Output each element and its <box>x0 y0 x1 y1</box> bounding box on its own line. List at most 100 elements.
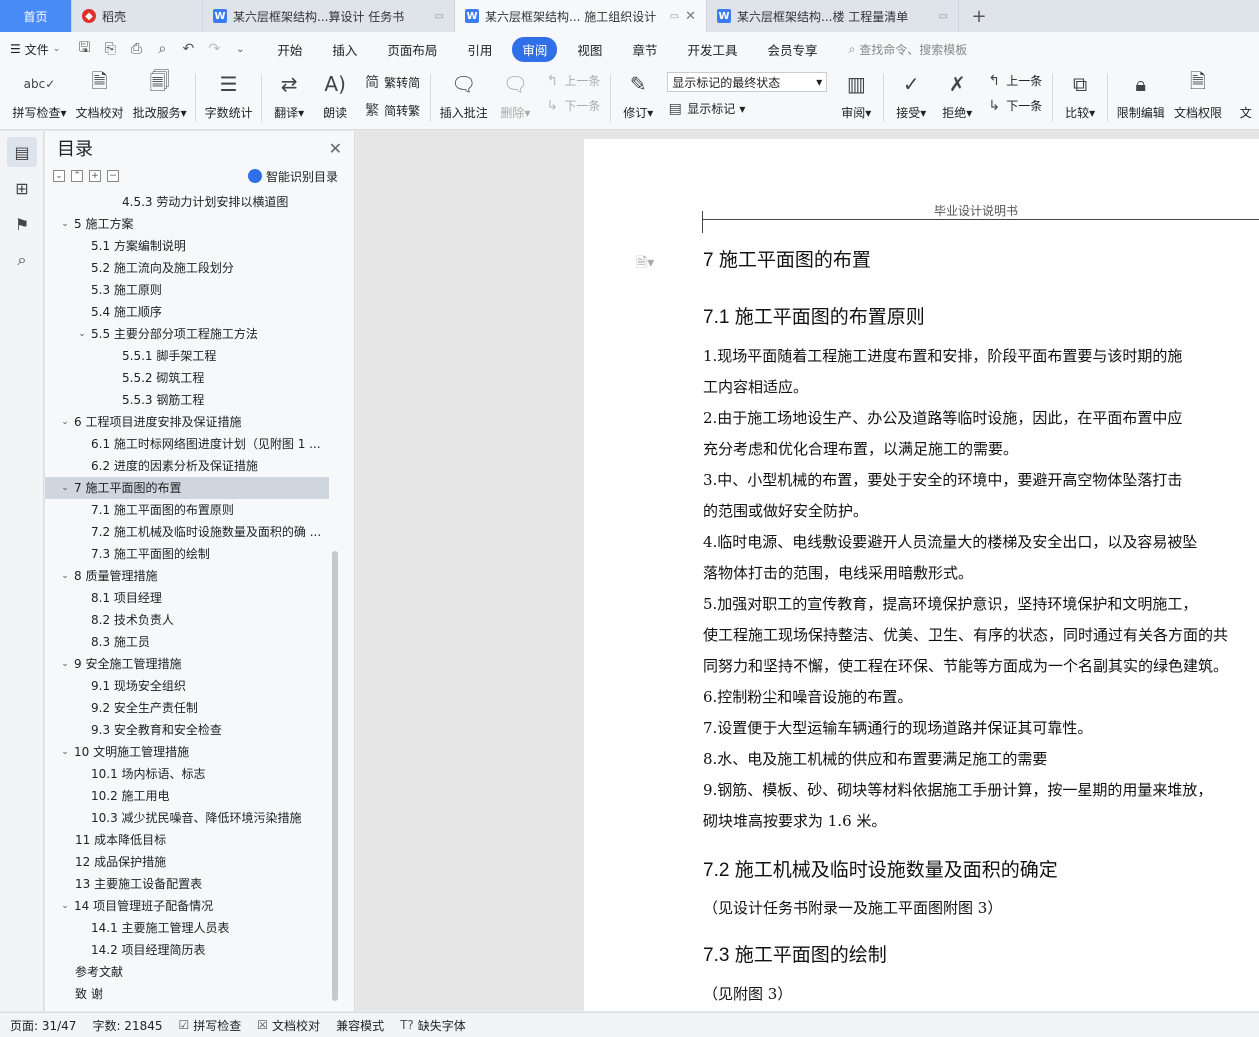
toc-item[interactable]: ⌄ 6 工程项目进度安排及保证措施 <box>45 411 335 433</box>
smart-toc-button[interactable]: 智能识别目录 <box>247 168 338 185</box>
toc-scrollbar[interactable] <box>332 551 338 1001</box>
toc-item[interactable]: 7.1 施工平面图的布置原则 <box>45 499 335 521</box>
show-markup-button[interactable]: ▤ 显示标记 ▾ <box>667 100 827 117</box>
toc-item[interactable]: 8.2 技术负责人 <box>45 609 335 631</box>
toc-item[interactable]: 12 成品保护措施 <box>45 851 335 873</box>
batch-service-button[interactable]: 🗐 批改服务▾ <box>133 69 187 121</box>
toc-item[interactable]: ⌄ 7 施工平面图的布置 <box>45 477 329 499</box>
toc-item[interactable]: 14.2 项目经理简历表 <box>45 939 335 961</box>
toc-item[interactable]: 14.1 主要施工管理人员表 <box>45 917 335 939</box>
toc-item[interactable]: 7.3 施工平面图的绘制 <box>45 543 335 565</box>
missing-font[interactable]: T? 缺失字体 <box>400 1017 466 1034</box>
spell-check-button[interactable]: abc✓ 拼写检查▾ <box>12 70 66 121</box>
customize-chevron-icon[interactable]: ⌄ <box>230 44 250 55</box>
chevron-down-icon[interactable]: ⌄ <box>76 323 88 345</box>
toc-item[interactable]: 10.1 场内标语、标志 <box>45 763 335 785</box>
read-aloud-button[interactable]: A) 朗读 <box>318 70 352 121</box>
chevron-down-icon[interactable]: ⌄ <box>59 653 71 675</box>
more-button-cut[interactable]: 文 <box>1233 70 1259 121</box>
document-page[interactable]: 毕业设计说明书 🗎▾ 7 施工平面图的布置 7.1 施工平面图的布置原则 1.现… <box>584 139 1259 1011</box>
doc-permission-button[interactable]: 🗎 文档权限 <box>1174 69 1222 121</box>
print-preview-icon[interactable]: ⌕ <box>152 41 172 57</box>
toc-item[interactable]: ⌄ 10 文明施工管理措施 <box>45 741 335 763</box>
remove-heading-icon[interactable]: − <box>107 170 119 182</box>
toc-item[interactable]: 10.3 减少扰民噪音、降低环境污染措施 <box>45 807 335 829</box>
toc-item[interactable]: 5.2 施工流向及施工段划分 <box>45 257 335 279</box>
next-comment-button[interactable]: ↳ 下一条 <box>544 97 600 114</box>
menu-tab-insert[interactable]: 插入 <box>322 37 367 62</box>
toc-item[interactable]: ⌄ 5.5 主要分部分项工程施工方法 <box>45 323 335 345</box>
toc-item[interactable]: 5.4 施工顺序 <box>45 301 335 323</box>
toc-item[interactable]: 10.2 施工用电 <box>45 785 335 807</box>
chevron-down-icon[interactable]: ⌄ <box>59 565 71 587</box>
word-count[interactable]: 字数: 21845 <box>92 1017 162 1034</box>
toc-panel-icon[interactable]: ▤ <box>7 137 37 167</box>
bookmark-icon[interactable]: ⚑ <box>7 209 37 239</box>
menu-tab-start[interactable]: 开始 <box>267 37 312 62</box>
toc-item[interactable]: 8.1 项目经理 <box>45 587 335 609</box>
compare-button[interactable]: ⧉ 比较▾ <box>1063 70 1097 121</box>
status-spell-check[interactable]: ☑ 拼写检查 <box>179 1017 242 1034</box>
prev-change-button[interactable]: ↰ 上一条 <box>986 72 1042 89</box>
toc-item[interactable]: 5.1 方案编制说明 <box>45 235 335 257</box>
toc-item[interactable]: 9.3 安全教育和安全检查 <box>45 719 335 741</box>
redo-icon[interactable]: ↷ <box>204 41 224 57</box>
doc-proofread-button[interactable]: 🗎 文档校对 <box>76 69 124 121</box>
traditional-to-simplified-button[interactable]: 简繁转简 <box>364 72 420 92</box>
chevron-down-icon[interactable]: ⌄ <box>59 895 71 917</box>
file-menu-button[interactable]: ☰ 文件 ⌄ <box>10 41 60 58</box>
insert-comment-button[interactable]: 🗨 插入批注 <box>440 70 488 121</box>
page-count[interactable]: 页面: 31/47 <box>10 1017 76 1034</box>
toc-item[interactable]: 9.2 安全生产责任制 <box>45 697 335 719</box>
tab-document-2-active[interactable]: W 某六层框架结构... 施工组织设计 ▭ ✕ <box>455 0 707 32</box>
toc-item[interactable]: 6.1 施工时标网络图进度计划（见附图 1 ... <box>45 433 335 455</box>
simplified-to-traditional-button[interactable]: 繁简转繁 <box>364 100 420 120</box>
accept-button[interactable]: ✓ 接受▾ <box>894 70 928 121</box>
toc-item[interactable]: 7.2 施工机械及临时设施数量及面积的确 ... <box>45 521 335 543</box>
toc-item[interactable]: 13 主要施工设备配置表 <box>45 873 335 895</box>
menu-tab-layout[interactable]: 页面布局 <box>377 37 447 62</box>
chapter-nav-icon[interactable]: ⊞ <box>7 173 37 203</box>
search-icon[interactable]: ⌕ <box>7 245 37 275</box>
toc-item[interactable]: 5.5.2 砌筑工程 <box>45 367 335 389</box>
toc-item[interactable]: 9.1 现场安全组织 <box>45 675 335 697</box>
toc-item[interactable]: 致 谢 <box>45 983 335 1005</box>
review-pane-button[interactable]: ▥ 审阅▾ <box>839 70 873 121</box>
toc-item[interactable]: ⌄ 8 质量管理措施 <box>45 565 335 587</box>
print-icon[interactable]: ⎙ <box>126 41 146 57</box>
close-tab-icon[interactable]: ✕ <box>685 9 696 24</box>
close-icon[interactable]: ✕ <box>329 139 342 158</box>
toc-item[interactable]: 5.5.1 脚手架工程 <box>45 345 335 367</box>
page-options-icon[interactable]: 🗎▾ <box>636 252 654 276</box>
delete-comment-button[interactable]: 🗨 删除▾ <box>498 70 532 121</box>
save-icon[interactable]: 🖫 <box>74 37 94 61</box>
tab-daoke[interactable]: ◆ 稻壳 <box>72 0 203 32</box>
chevron-down-icon[interactable]: ⌄ <box>59 477 71 499</box>
chevron-down-icon[interactable]: ⌄ <box>59 213 71 235</box>
add-heading-icon[interactable]: + <box>89 170 101 182</box>
collapse-all-icon[interactable]: ⌄ <box>53 170 65 182</box>
menu-tab-review[interactable]: 审阅 <box>512 36 558 62</box>
undo-icon[interactable]: ↶ <box>178 41 198 57</box>
status-doc-proofread[interactable]: ☒ 文档校对 <box>257 1017 320 1034</box>
menu-tab-member[interactable]: 会员专享 <box>757 37 827 62</box>
compat-mode[interactable]: 兼容模式 <box>336 1017 384 1034</box>
toc-item[interactable]: ⌄ 14 项目管理班子配备情况 <box>45 895 335 917</box>
tab-document-1[interactable]: W 某六层框架结构...算设计 任务书 ▭ <box>203 0 455 32</box>
menu-tab-chapter[interactable]: 章节 <box>622 37 667 62</box>
reject-button[interactable]: ✗ 拒绝▾ <box>940 70 974 121</box>
toc-item[interactable]: ⌄ 5 施工方案 <box>45 213 335 235</box>
menu-tab-developer[interactable]: 开发工具 <box>677 37 747 62</box>
chevron-down-icon[interactable]: ⌄ <box>59 741 71 763</box>
restrict-edit-button[interactable]: 🔒︎ 限制编辑 <box>1117 70 1165 121</box>
tab-home[interactable]: 首页 <box>0 0 72 32</box>
prev-comment-button[interactable]: ↰ 上一条 <box>544 72 600 89</box>
word-count-button[interactable]: ☰ 字数统计 <box>205 70 253 121</box>
markup-state-select[interactable]: 显示标记的最终状态 ▾ <box>667 72 828 92</box>
toc-item[interactable]: 4.5.3 劳动力计划安排以横道图 <box>45 191 335 213</box>
track-changes-button[interactable]: ✎ 修订▾ <box>621 70 655 121</box>
toc-item[interactable]: 参考文献 <box>45 961 335 983</box>
new-tab-button[interactable]: + <box>959 0 999 32</box>
expand-all-icon[interactable]: ⌃ <box>71 170 83 182</box>
toc-item[interactable]: 8.3 施工员 <box>45 631 335 653</box>
